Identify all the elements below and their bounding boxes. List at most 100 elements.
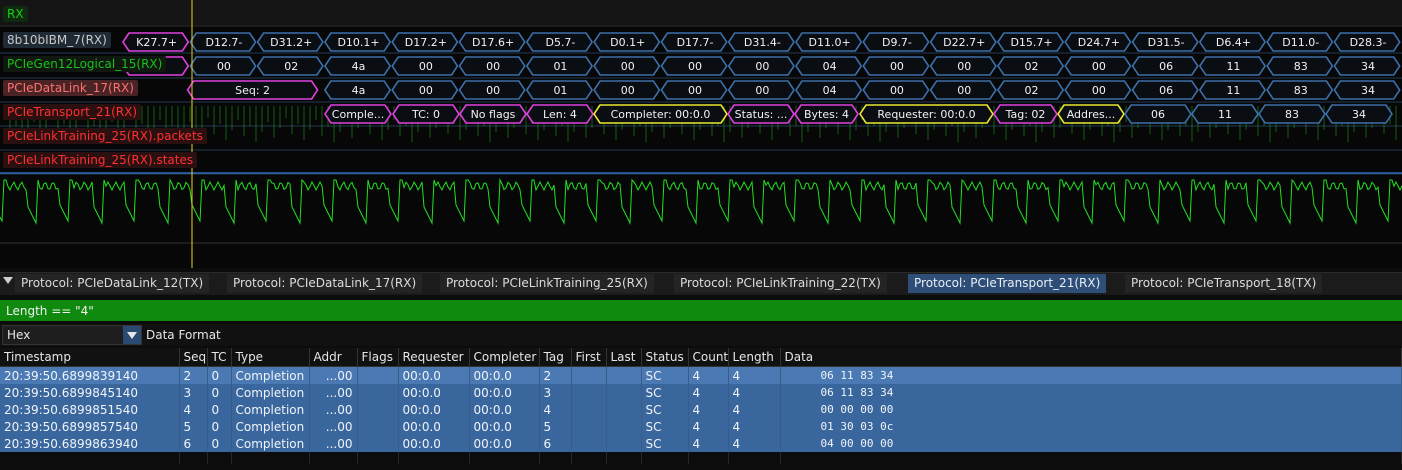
table-cell: 5: [179, 418, 208, 435]
waveform-canvas[interactable]: K27.7+ D12.7- D31.2+ D10.1+ D17.2+ D17.6+ D5.7…: [0, 0, 1402, 268]
table-cell: SC: [641, 418, 689, 435]
table-cell: 06 11 83 34: [780, 366, 1402, 384]
column-header[interactable]: Last: [606, 348, 642, 367]
protocol-tab[interactable]: Protocol: PCIeDataLink_12(TX): [15, 274, 210, 293]
byte-label: 04: [823, 84, 837, 97]
table-row[interactable]: 20:39:50.6899845140 3 0 Completion ...00 00:0…: [0, 384, 1402, 401]
filter-input[interactable]: [0, 300, 1402, 321]
column-header[interactable]: Requester: [398, 348, 470, 367]
byte-label: 00: [957, 60, 971, 73]
transport-field-label: 11: [1218, 108, 1232, 121]
symbol-label: D17.6+: [472, 36, 514, 49]
column-header[interactable]: First: [571, 348, 607, 367]
table-empty-cell: [231, 452, 310, 464]
filter-bar: [0, 300, 1402, 321]
channel-label[interactable]: PCIeTransport_21(RX): [3, 104, 142, 120]
channel-label[interactable]: PCIeDataLink_17(RX): [3, 80, 138, 96]
byte-label: 4a: [352, 60, 366, 73]
column-header[interactable]: Tag: [539, 348, 572, 367]
column-header[interactable]: Count: [688, 348, 729, 367]
table-cell: [571, 418, 607, 435]
table-cell: SC: [641, 366, 689, 384]
table-row[interactable]: 20:39:50.6899839140 2 0 Completion ...00 00:0…: [0, 366, 1402, 384]
table-row[interactable]: 20:39:50.6899863940 6 0 Completion ...00 00:0…: [0, 435, 1402, 452]
byte-label: 00: [755, 60, 769, 73]
column-header[interactable]: Seq: [179, 348, 208, 367]
table-row[interactable]: 20:39:50.6899857540 5 0 Completion ...00 00:0…: [0, 418, 1402, 435]
table-empty-cell: [641, 452, 689, 464]
channel-label[interactable]: PCIeLinkTraining_25(RX).states: [3, 152, 198, 168]
table-cell: 20:39:50.6899851540: [0, 401, 180, 418]
transport-field-label: TC: 0: [411, 108, 440, 121]
table-cell: SC: [641, 401, 689, 418]
byte-label: 00: [755, 84, 769, 97]
table-cell: ...00: [309, 401, 358, 418]
table-cell: 2: [179, 366, 208, 384]
table-cell: 06 11 83 34: [780, 384, 1402, 401]
channel-label[interactable]: PCIeGen12Logical_15(RX): [3, 56, 167, 72]
protocol-tab[interactable]: Protocol: PCIeLinkTraining_25(RX): [440, 274, 654, 293]
byte-label: 06: [1159, 60, 1173, 73]
table-cell: 00:0.0: [469, 435, 540, 452]
column-header[interactable]: Status: [641, 348, 689, 367]
table-cell: 00:0.0: [398, 366, 470, 384]
byte-label: 06: [1159, 84, 1173, 97]
table-empty-cell: [469, 452, 540, 464]
table-empty-cell: [688, 452, 729, 464]
channel-label[interactable]: PCIeLinkTraining_25(RX).packets: [3, 128, 207, 144]
dropdown-button[interactable]: [123, 326, 141, 344]
table-cell: 0: [207, 435, 232, 452]
protocol-tab[interactable]: Protocol: PCIeLinkTraining_22(TX): [674, 274, 887, 293]
column-header[interactable]: TC: [207, 348, 232, 367]
table-cell: 20:39:50.6899857540: [0, 418, 180, 435]
data-format-select[interactable]: Hex: [2, 325, 142, 345]
byte-label: 00: [890, 60, 904, 73]
table-cell: [571, 366, 607, 384]
table-cell: 01 30 03 0c: [780, 418, 1402, 435]
symbol-label: D24.7+: [1078, 36, 1120, 49]
table-row[interactable]: 20:39:50.6899851540 4 0 Completion ...00 00:0…: [0, 401, 1402, 418]
byte-label: 02: [284, 60, 298, 73]
channel-label[interactable]: 8b10bIBM_7(RX): [3, 32, 111, 48]
protocol-tab[interactable]: Protocol: PCIeTransport_18(TX): [1125, 274, 1323, 293]
data-format-label: Data Format: [146, 328, 221, 342]
column-header[interactable]: Length: [728, 348, 781, 367]
symbol-label: D17.2+: [405, 36, 447, 49]
symbol-label: D10.1+: [337, 36, 379, 49]
table-cell: 00:0.0: [469, 401, 540, 418]
sequence-label: Seq: 2: [235, 84, 270, 97]
byte-label: 00: [486, 84, 500, 97]
table-empty-cell: [728, 452, 781, 464]
symbol-label: D22.7+: [943, 36, 985, 49]
trigger-row-background: [0, 0, 1402, 26]
table-cell: Completion: [231, 384, 310, 401]
table-cell: [357, 418, 399, 435]
column-header[interactable]: Addr: [309, 348, 358, 367]
table-cell: 4: [688, 435, 729, 452]
column-header[interactable]: Type: [231, 348, 310, 367]
column-header[interactable]: Completer: [469, 348, 540, 367]
packet-table: Timestamp Seq TC Type Addr Flags Requester Comp…: [0, 348, 1402, 464]
protocol-tab[interactable]: Protocol: PCIeTransport_21(RX): [908, 274, 1107, 293]
table-cell: 20:39:50.6899845140: [0, 384, 180, 401]
table-cell: SC: [641, 435, 689, 452]
protocol-tab[interactable]: Protocol: PCIeDataLink_17(RX): [227, 274, 423, 293]
column-header[interactable]: Timestamp: [0, 348, 180, 367]
table-cell: 6: [179, 435, 208, 452]
waveform-view[interactable]: K27.7+ D12.7- D31.2+ D10.1+ D17.2+ D17.6+ D5.7…: [0, 0, 1402, 268]
table-empty-cell: [780, 452, 1402, 464]
column-header[interactable]: Data: [780, 348, 1402, 367]
table-cell: 20:39:50.6899839140: [0, 366, 180, 384]
byte-label: 4a: [352, 84, 366, 97]
collapse-panel-icon[interactable]: [3, 277, 13, 284]
table-empty-cell: [179, 452, 208, 464]
byte-label: 83: [1294, 84, 1308, 97]
table-cell: ...00: [309, 418, 358, 435]
table-empty-cell: [207, 452, 232, 464]
byte-label: 34: [1361, 60, 1375, 73]
byte-label: 00: [890, 84, 904, 97]
table-cell: [606, 384, 642, 401]
column-header[interactable]: Flags: [357, 348, 399, 367]
table-header-row: Timestamp Seq TC Type Addr Flags Requester Comp…: [0, 348, 1402, 367]
table-cell: Completion: [231, 366, 310, 384]
